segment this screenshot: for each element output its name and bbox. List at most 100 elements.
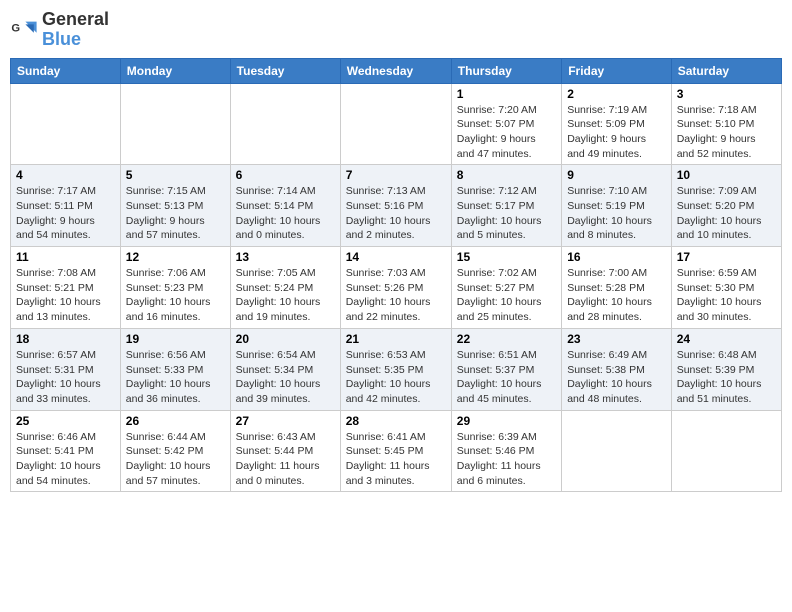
calendar-cell: 29 Sunrise: 6:39 AM Sunset: 5:46 PM Dayli… <box>451 410 561 492</box>
calendar-cell: 19Sunrise: 6:56 AM Sunset: 5:33 PM Dayli… <box>120 328 230 410</box>
day-number: 11 <box>16 250 115 264</box>
calendar-cell: 2 Sunrise: 7:19 AM Sunset: 5:09 PM Daylig… <box>562 83 672 165</box>
day-number: 15 <box>457 250 556 264</box>
day-info: Sunrise: 7:10 AM Sunset: 5:19 PM Dayligh… <box>567 184 666 243</box>
day-info: Sunrise: 7:18 AM Sunset: 5:10 PM Dayligh… <box>677 103 776 162</box>
day-info: Sunrise: 7:02 AM Sunset: 5:27 PM Dayligh… <box>457 266 556 325</box>
calendar-cell <box>11 83 121 165</box>
calendar-cell: 16Sunrise: 7:00 AM Sunset: 5:28 PM Dayli… <box>562 247 672 329</box>
day-number: 16 <box>567 250 666 264</box>
calendar-cell: 14 Sunrise: 7:03 AM Sunset: 5:26 PM Dayli… <box>340 247 451 329</box>
day-info: Sunrise: 6:51 AM Sunset: 5:37 PM Dayligh… <box>457 348 556 407</box>
day-info: Sunrise: 7:13 AM Sunset: 5:16 PM Dayligh… <box>346 184 446 243</box>
day-info: Sunrise: 6:59 AM Sunset: 5:30 PM Dayligh… <box>677 266 776 325</box>
day-number: 8 <box>457 168 556 182</box>
calendar-cell: 17 Sunrise: 6:59 AM Sunset: 5:30 PM Dayli… <box>671 247 781 329</box>
calendar-cell: 3 Sunrise: 7:18 AM Sunset: 5:10 PM Daylig… <box>671 83 781 165</box>
calendar-cell: 21 Sunrise: 6:53 AM Sunset: 5:35 PM Dayli… <box>340 328 451 410</box>
calendar-cell: 24Sunrise: 6:48 AM Sunset: 5:39 PM Dayli… <box>671 328 781 410</box>
day-info: Sunrise: 6:39 AM Sunset: 5:46 PM Dayligh… <box>457 430 556 489</box>
calendar-cell <box>230 83 340 165</box>
weekday-header-monday: Monday <box>120 58 230 83</box>
day-number: 27 <box>236 414 335 428</box>
day-info: Sunrise: 7:12 AM Sunset: 5:17 PM Dayligh… <box>457 184 556 243</box>
day-info: Sunrise: 6:44 AM Sunset: 5:42 PM Dayligh… <box>126 430 225 489</box>
logo: G GeneralBlue <box>10 10 109 50</box>
day-info: Sunrise: 7:19 AM Sunset: 5:09 PM Dayligh… <box>567 103 666 162</box>
day-number: 2 <box>567 87 666 101</box>
calendar-cell: 12 Sunrise: 7:06 AM Sunset: 5:23 PM Dayli… <box>120 247 230 329</box>
calendar-cell: 22 Sunrise: 6:51 AM Sunset: 5:37 PM Dayli… <box>451 328 561 410</box>
calendar-cell: 26 Sunrise: 6:44 AM Sunset: 5:42 PM Dayli… <box>120 410 230 492</box>
calendar-table: SundayMondayTuesdayWednesdayThursdayFrid… <box>10 58 782 493</box>
day-number: 10 <box>677 168 776 182</box>
day-number: 17 <box>677 250 776 264</box>
day-number: 12 <box>126 250 225 264</box>
day-info: Sunrise: 6:43 AM Sunset: 5:44 PM Dayligh… <box>236 430 335 489</box>
day-number: 3 <box>677 87 776 101</box>
day-info: Sunrise: 7:15 AM Sunset: 5:13 PM Dayligh… <box>126 184 225 243</box>
calendar-week-3: 11 Sunrise: 7:08 AM Sunset: 5:21 PM Dayli… <box>11 247 782 329</box>
day-number: 14 <box>346 250 446 264</box>
calendar-cell: 23Sunrise: 6:49 AM Sunset: 5:38 PM Dayli… <box>562 328 672 410</box>
calendar-cell: 25 Sunrise: 6:46 AM Sunset: 5:41 PM Dayli… <box>11 410 121 492</box>
day-info: Sunrise: 7:09 AM Sunset: 5:20 PM Dayligh… <box>677 184 776 243</box>
day-info: Sunrise: 7:17 AM Sunset: 5:11 PM Dayligh… <box>16 184 115 243</box>
svg-text:G: G <box>11 22 20 34</box>
day-number: 22 <box>457 332 556 346</box>
weekday-header-tuesday: Tuesday <box>230 58 340 83</box>
day-number: 21 <box>346 332 446 346</box>
calendar-cell: 1 Sunrise: 7:20 AM Sunset: 5:07 PM Daylig… <box>451 83 561 165</box>
day-number: 5 <box>126 168 225 182</box>
page-header: G GeneralBlue <box>10 10 782 50</box>
day-info: Sunrise: 7:20 AM Sunset: 5:07 PM Dayligh… <box>457 103 556 162</box>
day-number: 25 <box>16 414 115 428</box>
day-number: 1 <box>457 87 556 101</box>
day-number: 18 <box>16 332 115 346</box>
day-info: Sunrise: 6:49 AM Sunset: 5:38 PM Dayligh… <box>567 348 666 407</box>
calendar-week-5: 25 Sunrise: 6:46 AM Sunset: 5:41 PM Dayli… <box>11 410 782 492</box>
day-info: Sunrise: 6:46 AM Sunset: 5:41 PM Dayligh… <box>16 430 115 489</box>
calendar-cell: 10 Sunrise: 7:09 AM Sunset: 5:20 PM Dayli… <box>671 165 781 247</box>
day-info: Sunrise: 6:57 AM Sunset: 5:31 PM Dayligh… <box>16 348 115 407</box>
day-info: Sunrise: 6:41 AM Sunset: 5:45 PM Dayligh… <box>346 430 446 489</box>
day-info: Sunrise: 6:54 AM Sunset: 5:34 PM Dayligh… <box>236 348 335 407</box>
day-number: 7 <box>346 168 446 182</box>
day-info: Sunrise: 7:06 AM Sunset: 5:23 PM Dayligh… <box>126 266 225 325</box>
day-info: Sunrise: 7:08 AM Sunset: 5:21 PM Dayligh… <box>16 266 115 325</box>
calendar-cell: 7 Sunrise: 7:13 AM Sunset: 5:16 PM Daylig… <box>340 165 451 247</box>
day-number: 29 <box>457 414 556 428</box>
day-number: 9 <box>567 168 666 182</box>
calendar-cell: 4 Sunrise: 7:17 AM Sunset: 5:11 PM Daylig… <box>11 165 121 247</box>
day-number: 24 <box>677 332 776 346</box>
weekday-header-wednesday: Wednesday <box>340 58 451 83</box>
calendar-cell: 11 Sunrise: 7:08 AM Sunset: 5:21 PM Dayli… <box>11 247 121 329</box>
calendar-cell: 18 Sunrise: 6:57 AM Sunset: 5:31 PM Dayli… <box>11 328 121 410</box>
day-number: 4 <box>16 168 115 182</box>
calendar-cell <box>671 410 781 492</box>
day-number: 26 <box>126 414 225 428</box>
calendar-cell: 9 Sunrise: 7:10 AM Sunset: 5:19 PM Daylig… <box>562 165 672 247</box>
weekday-header-sunday: Sunday <box>11 58 121 83</box>
calendar-header-row: SundayMondayTuesdayWednesdayThursdayFrid… <box>11 58 782 83</box>
calendar-cell <box>120 83 230 165</box>
day-info: Sunrise: 7:03 AM Sunset: 5:26 PM Dayligh… <box>346 266 446 325</box>
calendar-cell: 5 Sunrise: 7:15 AM Sunset: 5:13 PM Daylig… <box>120 165 230 247</box>
calendar-week-1: 1 Sunrise: 7:20 AM Sunset: 5:07 PM Daylig… <box>11 83 782 165</box>
calendar-cell: 6Sunrise: 7:14 AM Sunset: 5:14 PM Daylig… <box>230 165 340 247</box>
calendar-cell: 13 Sunrise: 7:05 AM Sunset: 5:24 PM Dayli… <box>230 247 340 329</box>
logo-text: GeneralBlue <box>42 10 109 50</box>
calendar-cell: 8 Sunrise: 7:12 AM Sunset: 5:17 PM Daylig… <box>451 165 561 247</box>
calendar-week-2: 4 Sunrise: 7:17 AM Sunset: 5:11 PM Daylig… <box>11 165 782 247</box>
weekday-header-friday: Friday <box>562 58 672 83</box>
day-number: 6 <box>236 168 335 182</box>
day-number: 20 <box>236 332 335 346</box>
calendar-cell: 27 Sunrise: 6:43 AM Sunset: 5:44 PM Dayli… <box>230 410 340 492</box>
day-info: Sunrise: 7:05 AM Sunset: 5:24 PM Dayligh… <box>236 266 335 325</box>
day-info: Sunrise: 6:56 AM Sunset: 5:33 PM Dayligh… <box>126 348 225 407</box>
weekday-header-saturday: Saturday <box>671 58 781 83</box>
day-number: 13 <box>236 250 335 264</box>
day-info: Sunrise: 6:53 AM Sunset: 5:35 PM Dayligh… <box>346 348 446 407</box>
calendar-cell: 28Sunrise: 6:41 AM Sunset: 5:45 PM Dayli… <box>340 410 451 492</box>
calendar-cell <box>562 410 672 492</box>
